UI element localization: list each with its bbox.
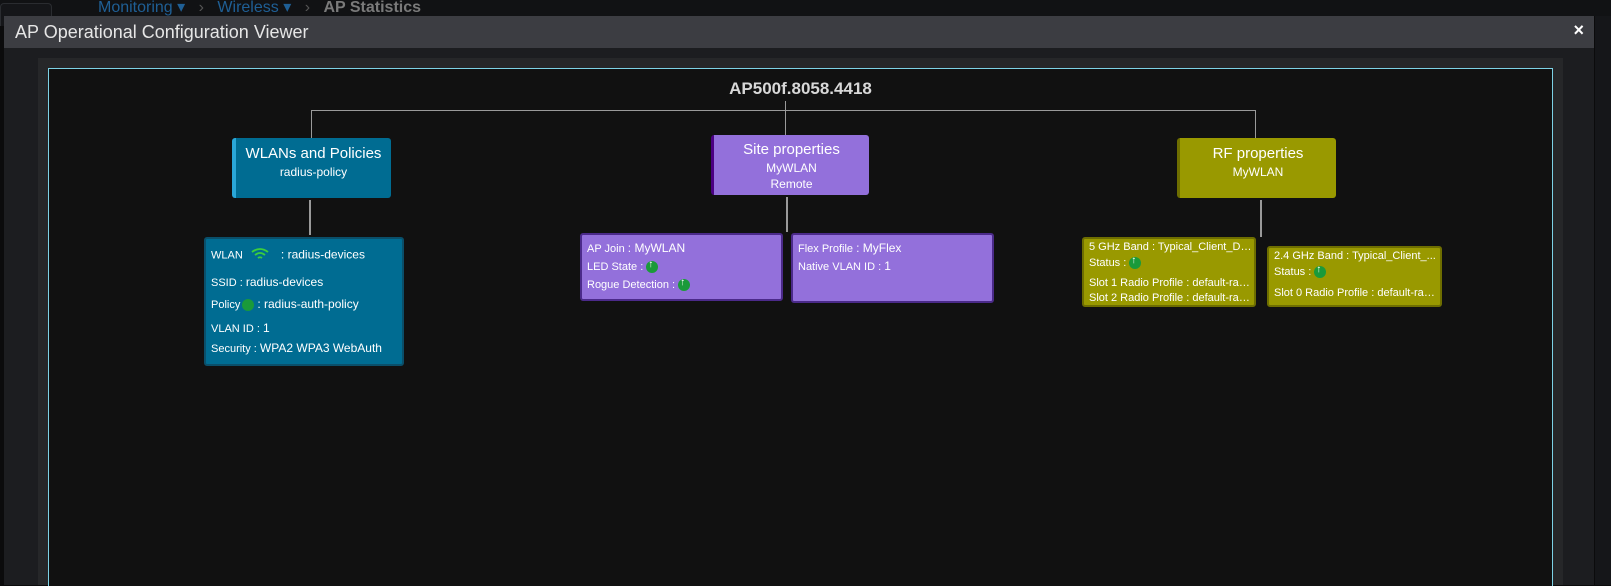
- native-vlan-label: Native VLAN ID :: [798, 261, 882, 273]
- security-row: Security : WPA2 WPA3 WebAuth: [211, 341, 382, 355]
- led-state-label: LED State :: [587, 261, 644, 273]
- ssid-row: SSID : radius-devices: [211, 275, 323, 289]
- security-value: WPA2 WPA3 WebAuth: [259, 341, 382, 355]
- vlan-label: VLAN ID :: [211, 323, 260, 335]
- policy-value: : radius-auth-policy: [257, 297, 359, 311]
- slot1-row: Slot 1 Radio Profile : default-radi...: [1089, 277, 1253, 289]
- native-vlan-value: 1: [884, 259, 891, 273]
- wlans-node-title: WLANs and Policies: [245, 145, 382, 162]
- ssid-value: radius-devices: [245, 275, 324, 289]
- band5-status-label: Status :: [1089, 257, 1127, 269]
- status-up-icon: [1314, 264, 1327, 279]
- breadcrumb-wireless[interactable]: Wireless: [217, 0, 278, 16]
- status-up-icon: [1129, 255, 1142, 270]
- slot0-label: Slot 0 Radio Profile : default-radi...: [1274, 287, 1439, 299]
- rf-node-title: RF properties: [1212, 145, 1304, 162]
- connector-line: [311, 110, 312, 138]
- breadcrumb-ap-statistics: AP Statistics: [323, 0, 422, 16]
- rf-properties-node[interactable]: RF properties MyWLAN: [1177, 138, 1336, 198]
- slot0-row: Slot 0 Radio Profile : default-radi...: [1274, 287, 1439, 299]
- band5-label: 5 GHz Band : Typical_Client_De...: [1089, 241, 1253, 253]
- connector-line: [785, 101, 786, 110]
- connector-line: [309, 200, 311, 235]
- wlan-detail-card[interactable]: WLAN : radius-devices SSID : radius-devi…: [204, 237, 404, 366]
- slot2-label: Slot 2 Radio Profile : default-radi...: [1089, 292, 1253, 304]
- rf-24ghz-card[interactable]: 2.4 GHz Band : Typical_Client_... Status…: [1267, 246, 1442, 307]
- rf-node-subtitle: MyWLAN: [1232, 165, 1284, 179]
- vlan-row: VLAN ID : 1: [211, 321, 270, 335]
- rf-5ghz-card[interactable]: 5 GHz Band : Typical_Client_De... Status…: [1082, 237, 1256, 307]
- band24-status-row: Status :: [1274, 264, 1327, 279]
- native-vlan-row: Native VLAN ID : 1: [798, 259, 891, 273]
- modal-title: AP Operational Configuration Viewer: [15, 22, 309, 42]
- chevron-down-icon: ▾: [278, 0, 292, 16]
- rogue-detection-row: Rogue Detection :: [587, 277, 691, 292]
- ap-join-label: AP Join: [587, 243, 625, 255]
- ap-config-viewer-modal: AP Operational Configuration Viewer × AP…: [4, 16, 1594, 586]
- slot1-label: Slot 1 Radio Profile : default-radi...: [1089, 277, 1253, 289]
- vlan-value: 1: [262, 321, 270, 335]
- background-right-panel: [1595, 16, 1611, 585]
- rogue-detection-label: Rogue Detection :: [587, 279, 676, 291]
- policy-icon: [242, 299, 255, 312]
- band24-label: 2.4 GHz Band : Typical_Client_...: [1274, 250, 1436, 262]
- site-node-sub2: Remote: [770, 177, 813, 191]
- policy-label: Policy: [211, 299, 241, 311]
- flex-profile-label: Flex Profile: [798, 243, 854, 255]
- site-join-card[interactable]: AP Join : MyWLAN LED State : Rogue Detec…: [580, 233, 783, 301]
- policy-row: Policy : radius-auth-policy: [211, 297, 359, 312]
- flex-profile-row: Flex Profile : MyFlex: [798, 241, 901, 255]
- ap-join-row: AP Join : MyWLAN: [587, 241, 685, 255]
- wlan-value: : radius-devices: [280, 247, 365, 262]
- led-state-row: LED State :: [587, 259, 659, 274]
- wlan-label: WLAN: [211, 249, 243, 262]
- breadcrumb-separator-icon: ›: [198, 0, 204, 16]
- ap-name: AP500f.8058.4418: [729, 79, 872, 98]
- connector-line: [786, 197, 788, 232]
- site-node-sub1: MyWLAN: [766, 161, 817, 175]
- wlan-row: WLAN : radius-devices: [211, 247, 365, 264]
- wlans-policies-node[interactable]: WLANs and Policies radius-policy: [232, 138, 391, 198]
- config-tree-canvas[interactable]: AP500f.8058.4418 WLANs and Policies radi…: [48, 68, 1553, 586]
- ap-join-value: : MyWLAN: [627, 241, 686, 255]
- site-properties-node[interactable]: Site properties MyWLAN Remote: [711, 135, 869, 195]
- wifi-icon: [250, 247, 270, 264]
- wlans-node-subtitle: radius-policy: [279, 165, 348, 179]
- band24-status-label: Status :: [1274, 266, 1312, 278]
- connector-line: [311, 110, 1255, 111]
- breadcrumb-separator-icon: ›: [304, 0, 311, 16]
- connector-line: [785, 110, 786, 135]
- band5-status-row: Status :: [1089, 255, 1142, 270]
- site-flex-card[interactable]: Flex Profile : MyFlex Native VLAN ID : 1: [791, 233, 994, 303]
- status-up-icon: [678, 277, 691, 292]
- connector-line: [1255, 110, 1256, 138]
- site-node-title: Site properties: [743, 141, 840, 158]
- band24-row: 2.4 GHz Band : Typical_Client_...: [1274, 250, 1439, 262]
- security-label: Security :: [211, 343, 257, 355]
- flex-profile-value: : MyFlex: [856, 241, 902, 255]
- band5-row: 5 GHz Band : Typical_Client_De...: [1089, 241, 1253, 253]
- close-icon[interactable]: ×: [1573, 20, 1584, 41]
- breadcrumb-monitoring[interactable]: Monitoring: [98, 0, 173, 16]
- status-up-icon: [646, 259, 659, 274]
- connector-line: [1260, 200, 1262, 237]
- chevron-down-icon: ▾: [172, 0, 186, 16]
- ssid-label: SSID :: [211, 277, 243, 289]
- modal-header: AP Operational Configuration Viewer ×: [4, 16, 1594, 48]
- slot2-row: Slot 2 Radio Profile : default-radi...: [1089, 292, 1253, 304]
- canvas-frame: AP500f.8058.4418 WLANs and Policies radi…: [38, 58, 1563, 586]
- breadcrumb: Monitoring ▾ › Wireless ▾ › AP Statistic…: [98, 0, 421, 17]
